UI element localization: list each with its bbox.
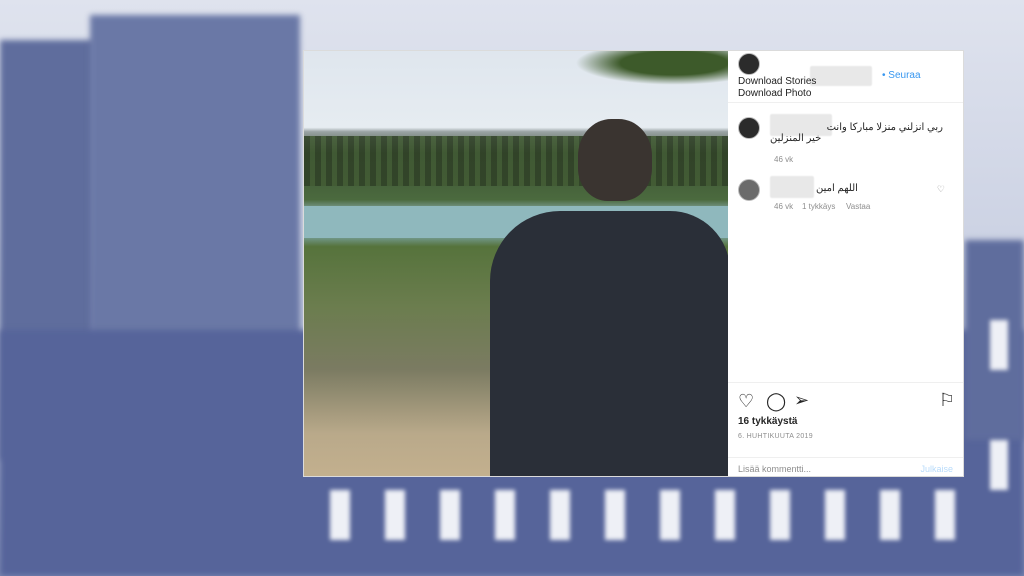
post-header: • Seuraa Download Stories Download Photo — [728, 51, 963, 103]
post-photo — [304, 51, 728, 476]
download-photo-link[interactable]: Download Photo — [738, 88, 811, 99]
redacted-username — [810, 66, 872, 86]
comment-bubble-icon[interactable]: ◯ — [766, 392, 786, 410]
comment-like-icon[interactable]: ♡ — [937, 184, 945, 195]
photo-person-body — [490, 211, 728, 476]
instagram-post-card: • Seuraa Download Stories Download Photo… — [303, 50, 964, 477]
comment-time: 46 vk — [774, 155, 794, 164]
commenter-avatar[interactable] — [738, 117, 760, 139]
share-plane-icon[interactable]: ➢ — [794, 391, 809, 409]
add-comment-bar: Lisää kommentti... Julkaise — [728, 457, 963, 479]
post-actions: ♡ ◯ ➢ ⚐ 16 tykkäystä 6. HUHTIKUUTA 2019 … — [728, 382, 963, 478]
post-comment-button[interactable]: Julkaise — [920, 464, 953, 474]
post-date: 6. HUHTIKUUTA 2019 — [738, 433, 813, 440]
commenter-avatar[interactable] — [738, 179, 760, 201]
comment-text-line1: ربي انزلني منزلا مباركا وانت — [826, 122, 943, 133]
photo-palm-trees — [304, 136, 728, 186]
comment-likes[interactable]: 1 tykkäys — [802, 202, 835, 211]
photo-branch — [548, 51, 728, 91]
redacted-username — [770, 176, 814, 198]
follow-button[interactable]: • Seuraa — [882, 70, 921, 81]
comment-input[interactable]: Lisää kommentti... — [738, 464, 811, 474]
reply-button[interactable]: Vastaa — [846, 202, 870, 211]
comment-text-line2: خير المنزلين — [770, 133, 822, 144]
photo-person-head — [578, 119, 652, 201]
post-sidebar: • Seuraa Download Stories Download Photo… — [728, 51, 963, 476]
bookmark-icon[interactable]: ⚐ — [939, 391, 955, 409]
comment-text: اللهم امين — [816, 183, 858, 194]
comment-time: 46 vk — [774, 202, 794, 211]
like-heart-icon[interactable]: ♡ — [738, 392, 754, 410]
download-stories-link[interactable]: Download Stories — [738, 76, 816, 87]
likes-count[interactable]: 16 tykkäystä — [738, 416, 798, 427]
author-avatar[interactable] — [738, 53, 760, 75]
